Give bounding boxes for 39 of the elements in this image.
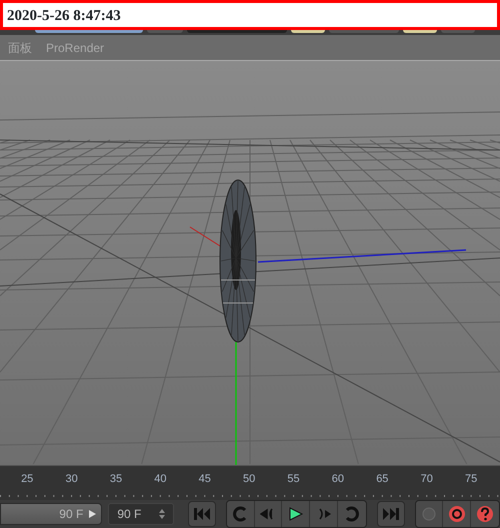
frame-number: 50 — [242, 472, 256, 487]
keyframe-button[interactable] — [443, 501, 472, 527]
caption-text: 2020-5-26 8:47:43 — [7, 8, 121, 24]
toolbar-button[interactable] — [403, 30, 437, 33]
frame-number: 75 — [464, 472, 478, 487]
keyframe-icon — [448, 505, 466, 523]
frame-number: 55 — [286, 472, 301, 487]
frame-number: 40 — [153, 472, 168, 487]
arrow-icon — [87, 509, 98, 519]
first-frame-button[interactable] — [188, 501, 216, 527]
previous-frame-button[interactable] — [226, 501, 255, 527]
next-frame-icon — [344, 506, 360, 522]
frame-number: 65 — [375, 472, 390, 487]
frame-number: 30 — [64, 472, 79, 487]
next-frame-button[interactable] — [338, 501, 366, 527]
frame-number: 45 — [198, 472, 212, 487]
frame-number: 60 — [330, 472, 346, 487]
previous-frame-icon — [232, 506, 248, 522]
help-icon — [476, 505, 494, 523]
menu-item[interactable]: 面板 — [8, 38, 32, 56]
frame-number: 35 — [108, 472, 124, 487]
first-frame-icon — [192, 507, 211, 521]
record-icon — [420, 506, 437, 522]
spinner-icon — [158, 508, 165, 520]
disc-object[interactable] — [220, 180, 256, 342]
play-button[interactable] — [282, 501, 310, 527]
last-frame-button[interactable] — [376, 501, 405, 527]
play-icon — [288, 506, 304, 522]
toolbar-button[interactable] — [291, 30, 325, 33]
end-frame-field[interactable]: 90 F — [0, 503, 102, 525]
menu-item[interactable]: ProRender — [46, 38, 104, 56]
x-axis-line — [190, 226, 220, 246]
frame-number: 70 — [420, 472, 434, 487]
max-frame-field[interactable]: 90 F — [108, 503, 174, 525]
record-button[interactable] — [416, 501, 444, 527]
frame-number: 25 — [20, 472, 34, 487]
timeline-ruler[interactable]: 25 30 35 40 45 50 55 60 65 70 75 — [0, 465, 500, 500]
last-frame-icon — [382, 507, 400, 521]
help-button[interactable] — [471, 501, 499, 527]
